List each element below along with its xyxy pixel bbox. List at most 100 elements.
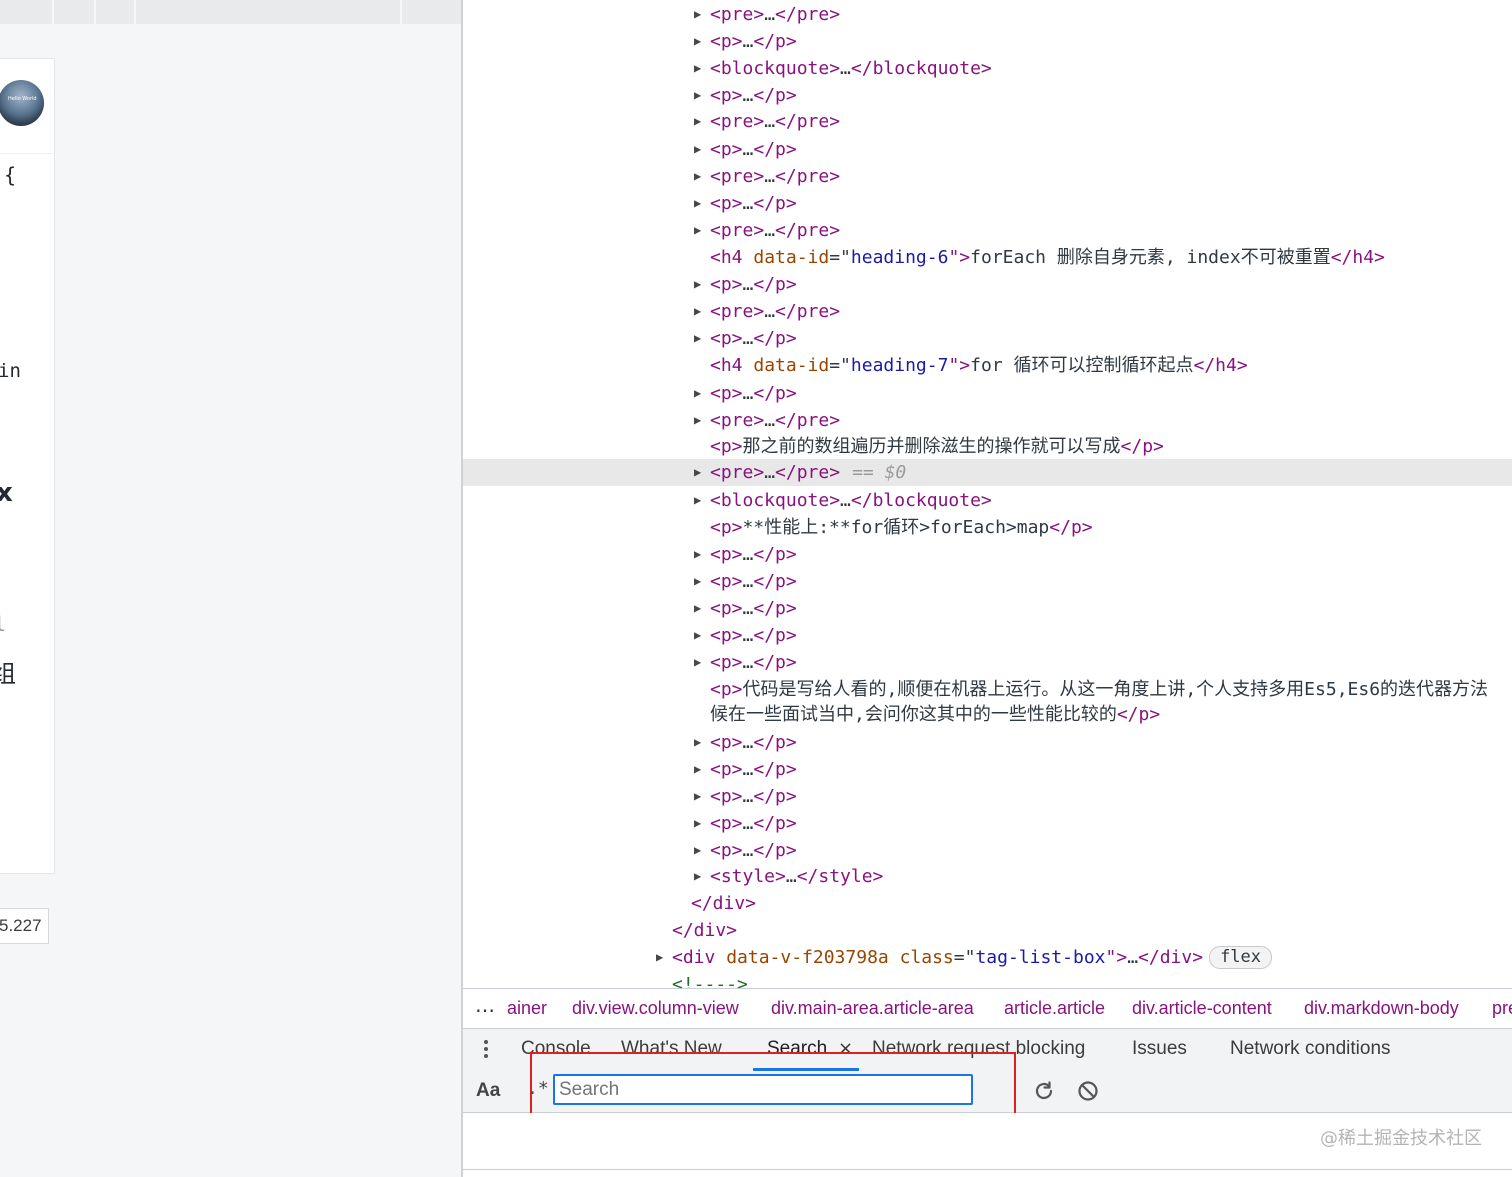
expand-triangle-icon[interactable]: ▶ xyxy=(694,649,701,676)
expand-triangle-icon[interactable]: ▶ xyxy=(694,82,701,109)
dom-node[interactable]: ▶ <p>…</p> xyxy=(463,729,1512,756)
tab-segment[interactable] xyxy=(136,0,402,24)
dom-node[interactable]: ▶ <p>…</p> xyxy=(463,783,1512,810)
breadcrumb-item[interactable]: div.main-area.article-area xyxy=(771,998,974,1019)
dom-node[interactable]: <!----> xyxy=(463,971,1512,988)
dom-node-markup: <pre>…</pre> xyxy=(710,407,840,434)
elements-tree[interactable]: ··· ▶<pre>…</pre>▶<p>…</p>▶<blockquote>…… xyxy=(463,0,1512,988)
tab-segment[interactable] xyxy=(0,0,54,24)
tab-network-conditions[interactable]: Network conditions xyxy=(1230,1038,1391,1060)
expand-triangle-icon[interactable]: ▶ xyxy=(694,622,701,649)
breadcrumb-more-button[interactable]: … xyxy=(475,993,495,1017)
dom-node[interactable]: ▶ <pre>…</pre> xyxy=(463,163,1512,190)
expand-triangle-icon[interactable]: ▶ xyxy=(694,407,701,434)
expand-triangle-icon[interactable]: ▶ xyxy=(694,756,701,783)
dom-node-markup: <style>…</style> xyxy=(710,863,883,890)
dom-node[interactable]: <h4 data-id="heading-7">for 循环可以控制循环起点</… xyxy=(463,352,1512,379)
expand-triangle-icon[interactable]: ▶ xyxy=(694,217,701,244)
close-tag: </div> xyxy=(672,920,738,941)
close-tag: </p> xyxy=(753,759,797,780)
dom-node[interactable]: ▶ <p>…</p> xyxy=(463,82,1512,109)
dom-node[interactable]: <p>那之前的数组遍历并删除滋生的操作就可以写成</p> xyxy=(463,433,1512,460)
dom-node[interactable]: ▶ <p>…</p> xyxy=(463,28,1512,55)
open-tag: <p> xyxy=(710,544,743,565)
dom-node[interactable]: ▶ <p>…</p> xyxy=(463,649,1512,676)
expand-triangle-icon[interactable]: ▶ xyxy=(694,55,701,82)
dom-node[interactable]: ▶ <p>…</p> xyxy=(463,380,1512,407)
breadcrumb-item[interactable]: ainer xyxy=(507,998,547,1019)
refresh-icon[interactable] xyxy=(1032,1079,1056,1103)
breadcrumb-item[interactable]: div.article-content xyxy=(1132,998,1272,1019)
dom-node-markup: <pre>…</pre> xyxy=(710,298,840,325)
expand-triangle-icon[interactable]: ▶ xyxy=(694,271,701,298)
dom-node[interactable]: ▶ <p>…</p> xyxy=(463,810,1512,837)
dom-node[interactable]: ▶ <p>…</p> xyxy=(463,568,1512,595)
dom-node[interactable]: <h4 data-id="heading-6">forEach 删除自身元素, … xyxy=(463,244,1512,271)
dom-node[interactable]: </div> xyxy=(463,917,1512,944)
dom-node[interactable]: </div> xyxy=(463,890,1512,917)
dom-node[interactable]: ▶ <pre>…</pre> xyxy=(463,217,1512,244)
more-icon[interactable] xyxy=(484,1040,488,1061)
dom-node-markup: <p>…</p> xyxy=(710,271,797,298)
collapsed-ellipsis: … xyxy=(764,166,776,187)
expand-triangle-icon[interactable]: ▶ xyxy=(694,325,701,352)
dom-node[interactable]: ▶ <p>…</p> xyxy=(463,837,1512,864)
expand-triangle-icon[interactable]: ▶ xyxy=(694,136,701,163)
author-avatar[interactable]: Hello World xyxy=(0,80,44,126)
dom-node[interactable]: ▶ <pre>…</pre> xyxy=(463,108,1512,135)
expand-triangle-icon[interactable]: ▶ xyxy=(694,28,701,55)
dom-node[interactable]: ▶ <p>…</p> xyxy=(463,271,1512,298)
dom-node[interactable]: ▶ <p>…</p> xyxy=(463,756,1512,783)
dom-node[interactable]: ▶ <blockquote>…</blockquote> xyxy=(463,487,1512,514)
dom-node[interactable]: ▶ <blockquote>…</blockquote> xyxy=(463,55,1512,82)
layout-badge[interactable]: flex xyxy=(1209,946,1273,969)
dom-node[interactable]: ▶ <pre>…</pre> xyxy=(463,1,1512,28)
dom-node[interactable]: 候在一些面试当中,会问你这其中的一些性能比较的</p> xyxy=(463,701,1512,728)
expand-triangle-icon[interactable]: ▶ xyxy=(694,810,701,837)
expand-triangle-icon[interactable]: ▶ xyxy=(694,729,701,756)
dom-node-markup: <p>…</p> xyxy=(710,622,797,649)
close-tag: </p> xyxy=(753,328,797,349)
dom-node-selected[interactable]: ▶ <pre>…</pre> == $0 xyxy=(463,459,1512,486)
match-case-button[interactable]: Aa xyxy=(476,1080,500,1102)
expand-triangle-icon[interactable]: ▶ xyxy=(694,1,701,28)
expand-triangle-icon[interactable]: ▶ xyxy=(694,459,701,486)
expand-triangle-icon[interactable]: ▶ xyxy=(694,380,701,407)
expand-triangle-icon[interactable]: ▶ xyxy=(694,108,701,135)
dom-node[interactable]: ▶ <pre>…</pre> xyxy=(463,407,1512,434)
expand-triangle-icon[interactable]: ▶ xyxy=(694,298,701,325)
dom-node[interactable]: ▶ <p>…</p> xyxy=(463,190,1512,217)
dom-node[interactable]: <p>**性能上:**for循环>forEach>map</p> xyxy=(463,514,1512,541)
breadcrumb-item[interactable]: div.markdown-body xyxy=(1304,998,1459,1019)
dom-node[interactable]: ▶ <style>…</style> xyxy=(463,863,1512,890)
expand-triangle-icon[interactable]: ▶ xyxy=(694,541,701,568)
clear-icon[interactable] xyxy=(1076,1079,1100,1103)
version-label: 5.227 xyxy=(0,908,49,944)
expand-triangle-icon[interactable]: ▶ xyxy=(694,595,701,622)
expand-triangle-icon[interactable]: ▶ xyxy=(694,863,701,890)
tab-issues[interactable]: Issues xyxy=(1132,1038,1187,1060)
expand-triangle-icon[interactable]: ▶ xyxy=(694,487,701,514)
dom-node[interactable]: ▶ <p>…</p> xyxy=(463,325,1512,352)
dom-node[interactable]: <p>代码是写给人看的,顺便在机器上运行。从这一角度上讲,个人支持多用Es5,E… xyxy=(463,676,1512,703)
html-comment: <!----> xyxy=(672,974,748,988)
dom-node[interactable]: ▶ <p>…</p> xyxy=(463,595,1512,622)
breadcrumb-item[interactable]: pre xyxy=(1492,998,1512,1019)
expand-triangle-icon[interactable]: ▶ xyxy=(694,783,701,810)
expand-triangle-icon[interactable]: ▶ xyxy=(694,163,701,190)
dom-node[interactable]: ▶ <pre>…</pre> xyxy=(463,298,1512,325)
expand-triangle-icon[interactable]: ▶ xyxy=(694,837,701,864)
expand-triangle-icon[interactable]: ▶ xyxy=(656,944,663,971)
dom-node[interactable]: ▶ <p>…</p> xyxy=(463,541,1512,568)
open-tag: <p> xyxy=(710,328,743,349)
dom-node[interactable]: ▶ <p>…</p> xyxy=(463,622,1512,649)
dom-node[interactable]: ▶ <p>…</p> xyxy=(463,136,1512,163)
tab-segment[interactable] xyxy=(54,0,96,24)
expand-triangle-icon[interactable]: ▶ xyxy=(694,190,701,217)
tab-segment[interactable] xyxy=(96,0,136,24)
dom-node[interactable]: ▶ <div data-v-f203798a class="tag-list-bo… xyxy=(463,944,1512,971)
breadcrumb-item[interactable]: article.article xyxy=(1004,998,1105,1019)
dom-node-markup: <p>…</p> xyxy=(710,810,797,837)
breadcrumb-item[interactable]: div.view.column-view xyxy=(572,998,739,1019)
expand-triangle-icon[interactable]: ▶ xyxy=(694,568,701,595)
